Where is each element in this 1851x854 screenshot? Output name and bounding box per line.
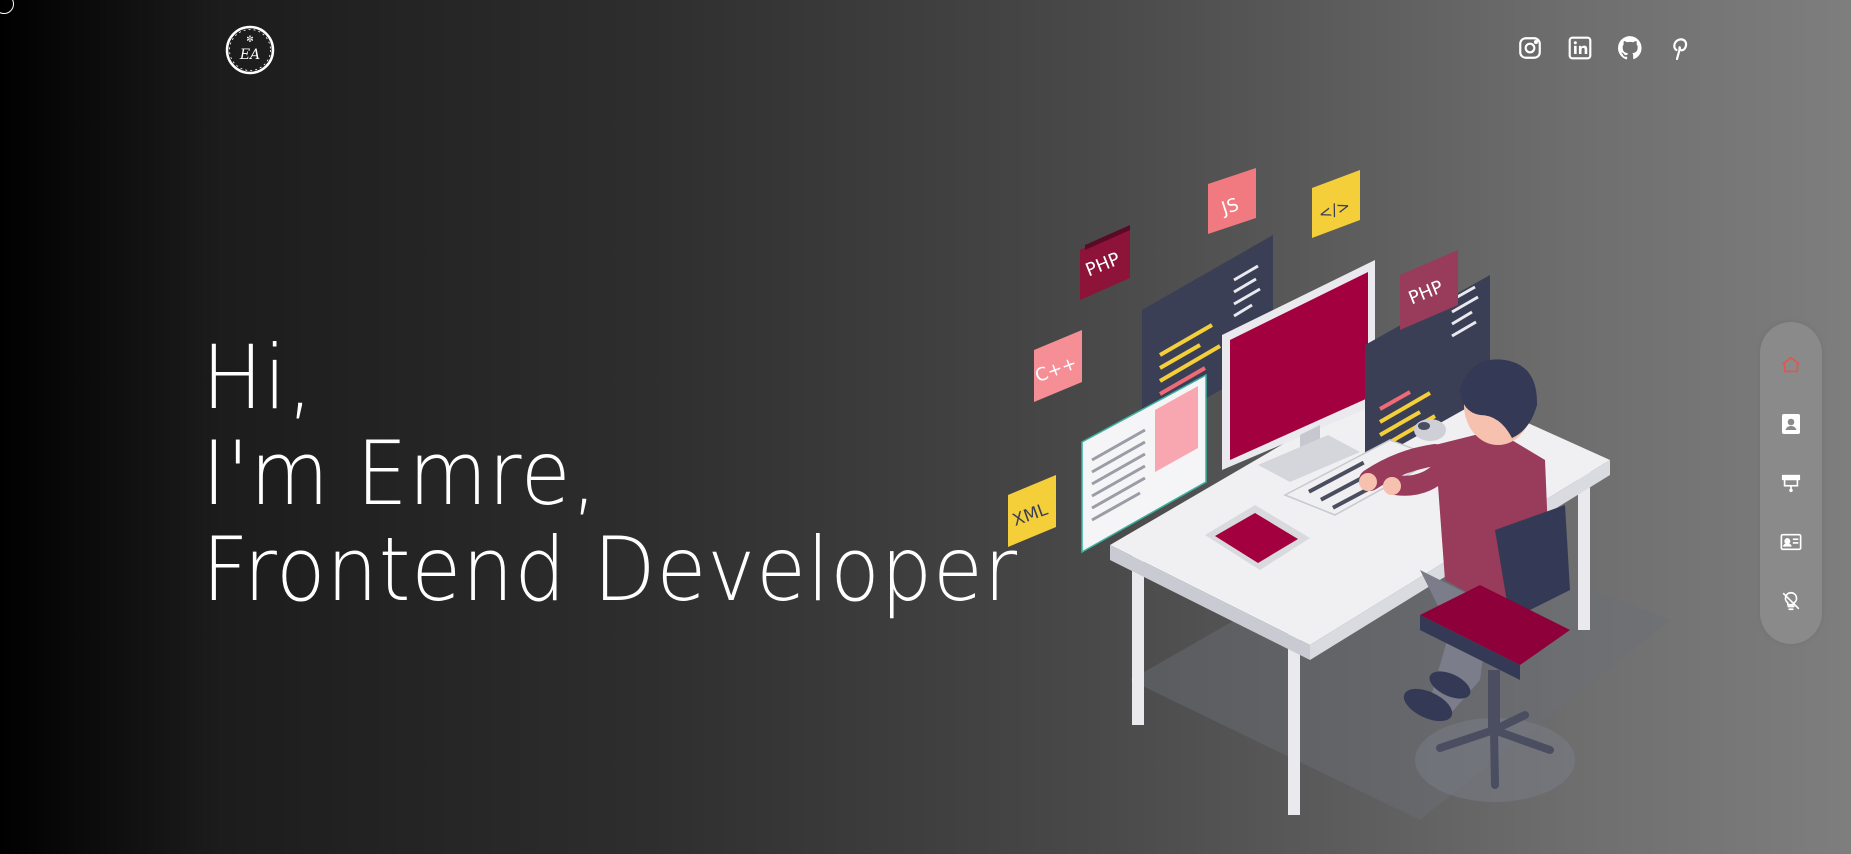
developer-illustration: PHP JS </> C++ XML PHP [1008, 168, 1670, 820]
linkedin-icon[interactable] [1566, 34, 1594, 62]
badge-xml: XML [1008, 475, 1056, 547]
side-navigation [1760, 322, 1822, 644]
brand-logo[interactable]: ✼ EA [224, 24, 276, 76]
theme-toggle-icon[interactable] [1779, 589, 1803, 613]
hero-role: Frontend Developer [202, 518, 1018, 621]
social-links [1516, 34, 1694, 62]
cursor-ring [0, 0, 14, 14]
hero-heading: Hi, I'm Emre, Frontend Developer [202, 330, 1089, 618]
home-icon[interactable] [1779, 353, 1803, 377]
hero-name: I'm Emre, [202, 422, 599, 525]
projects-icon[interactable] [1779, 471, 1803, 495]
badge-code: </> [1312, 170, 1360, 238]
hero-greeting: Hi, [202, 326, 314, 429]
github-icon[interactable] [1616, 34, 1644, 62]
about-icon[interactable] [1779, 412, 1803, 436]
logo-text: EA [239, 47, 260, 63]
pinterest-icon[interactable] [1666, 34, 1694, 62]
instagram-icon[interactable] [1516, 34, 1544, 62]
svg-text:✼: ✼ [246, 35, 254, 45]
badge-js: JS [1208, 168, 1256, 234]
badge-php-left: PHP [1080, 225, 1130, 300]
badge-cpp: C++ [1032, 330, 1082, 402]
contact-card-icon[interactable] [1779, 530, 1803, 554]
